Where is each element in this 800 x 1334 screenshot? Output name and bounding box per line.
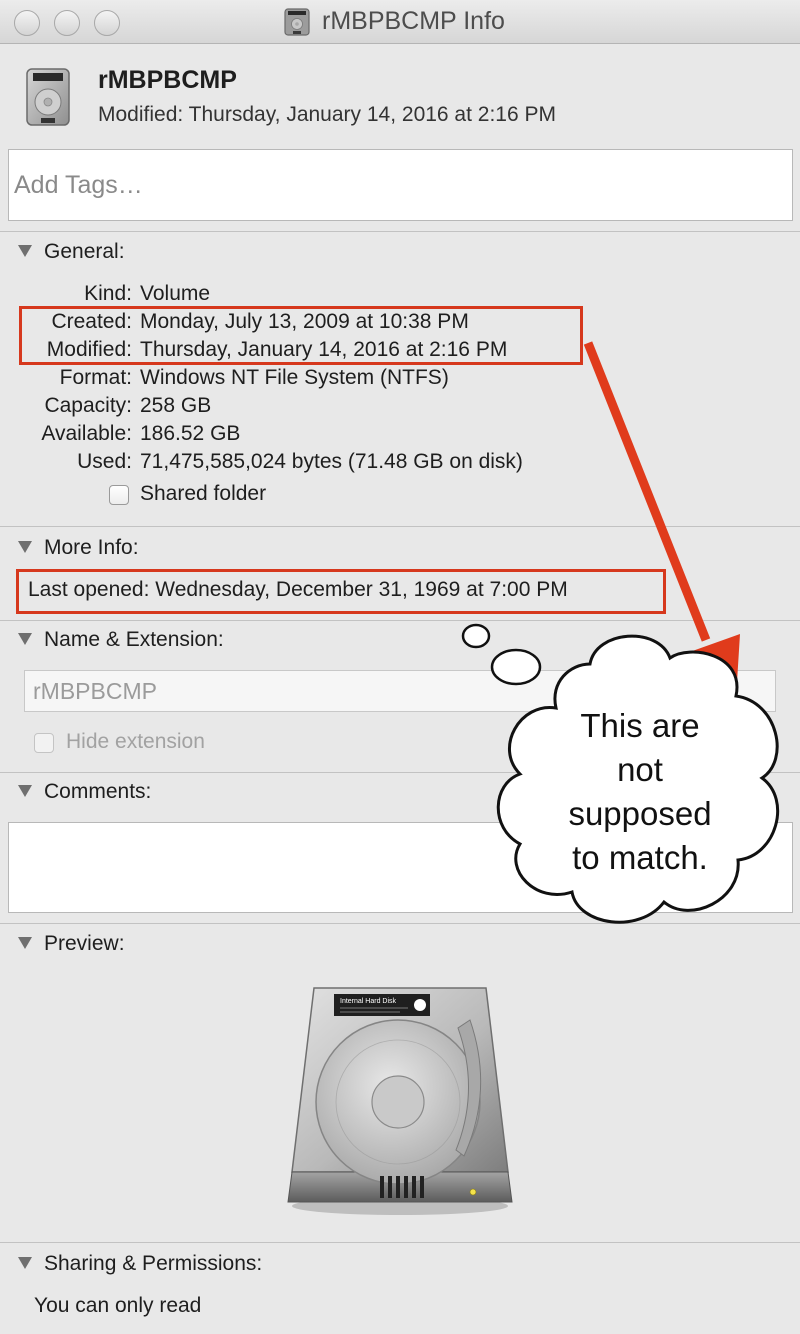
section-divider <box>0 923 800 924</box>
section-divider <box>0 231 800 232</box>
callout-line: to match. <box>572 839 708 876</box>
sharing-status-text: You can only read <box>34 1294 202 1317</box>
disk-label-text: Internal Hard Disk <box>340 998 397 1005</box>
window-title: rMBPBCMP Info <box>322 7 505 35</box>
section-divider <box>0 620 800 621</box>
hard-disk-icon <box>26 68 70 126</box>
disclosure-triangle-icon <box>18 632 32 645</box>
kind-label: Kind: <box>84 282 132 305</box>
used-label: Used: <box>77 450 132 473</box>
format-value: Windows NT File System (NTFS) <box>140 366 449 389</box>
item-name: rMBPBCMP <box>98 66 237 94</box>
disclosure-triangle-icon <box>18 244 32 257</box>
callout-line: not <box>617 751 663 788</box>
internal-hard-disk-icon: Internal Hard Disk <box>287 987 513 1215</box>
hide-extension-checkbox[interactable] <box>34 733 54 753</box>
last-opened-highlight-box <box>16 569 666 614</box>
disclosure-triangle-icon <box>18 936 32 949</box>
name-extension-section-toggle[interactable]: Name & Extension: <box>18 628 224 652</box>
close-button[interactable] <box>14 10 40 36</box>
capacity-value: 258 GB <box>140 394 212 417</box>
zoom-button[interactable] <box>94 10 120 36</box>
available-label: Available: <box>41 422 132 445</box>
section-divider <box>0 1242 800 1243</box>
sharing-permissions-section-toggle[interactable]: Sharing & Permissions: <box>18 1252 262 1276</box>
disclosure-triangle-icon <box>18 1256 32 1269</box>
hard-disk-icon <box>284 8 310 36</box>
add-tags-field[interactable] <box>8 149 793 221</box>
available-value: 186.52 GB <box>140 422 241 445</box>
callout-line: This are <box>580 707 700 744</box>
minimize-button[interactable] <box>54 10 80 36</box>
shared-folder-label: Shared folder <box>140 482 267 505</box>
window-titlebar[interactable]: rMBPBCMP Info <box>0 0 800 44</box>
format-label: Format: <box>59 366 132 389</box>
kind-value: Volume <box>140 282 211 305</box>
item-modified-date: Modified: Thursday, January 14, 2016 at … <box>98 103 556 126</box>
hide-extension-label: Hide extension <box>66 730 205 753</box>
capacity-label: Capacity: <box>44 394 132 417</box>
callout-line: supposed <box>568 795 712 832</box>
dates-highlight-box <box>19 306 583 365</box>
preview-section-toggle[interactable]: Preview: <box>18 932 125 956</box>
shared-folder-checkbox[interactable] <box>109 485 129 505</box>
thought-bubble-dot-small <box>461 623 491 649</box>
disclosure-triangle-icon <box>18 784 32 797</box>
section-divider <box>0 526 800 527</box>
used-value: 71,475,585,024 bytes (71.48 GB on disk) <box>140 450 523 473</box>
comments-section-toggle[interactable]: Comments: <box>18 780 151 804</box>
disclosure-triangle-icon <box>18 540 32 553</box>
callout-text: This are not supposed to match. <box>555 704 725 880</box>
more-info-section-toggle[interactable]: More Info: <box>18 536 139 560</box>
general-section-toggle[interactable]: General: <box>18 240 125 264</box>
